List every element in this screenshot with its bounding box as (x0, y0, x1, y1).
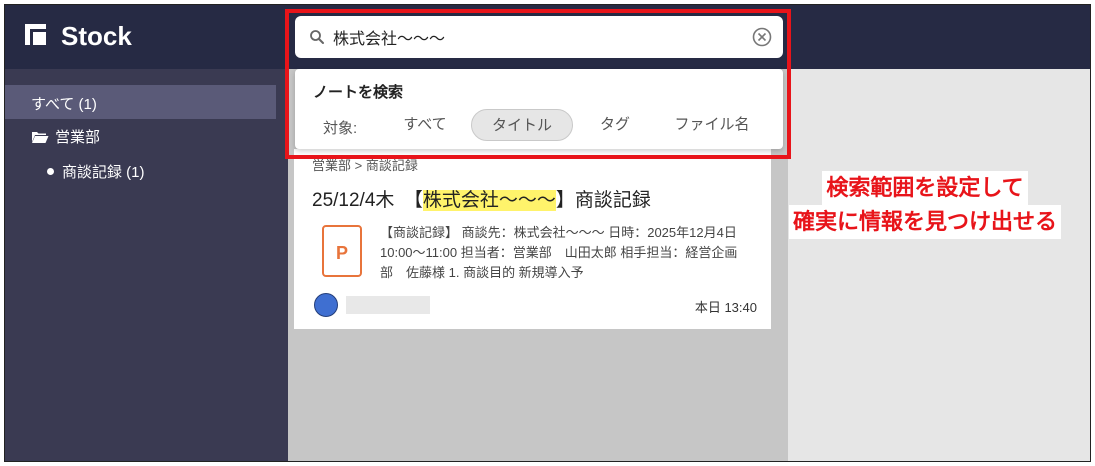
right-pane (788, 69, 1090, 461)
logo-icon (25, 23, 51, 50)
callout-line-2: 確実に情報を見つけ出せる (788, 205, 1061, 239)
sidebar-item-label: 商談記録 (1) (62, 164, 145, 181)
author-name-redacted (346, 296, 430, 314)
annotation-highlight-frame (285, 9, 791, 159)
folder-open-icon (32, 131, 49, 143)
note-snippet: 【商談記録】 商談先：株式会社〜〜〜 日時：2025年12月4日 10:00〜1… (380, 225, 738, 280)
sidebar-item-meeting-records[interactable]: 商談記録 (1) (47, 161, 145, 182)
logo-text: Stock (61, 21, 132, 51)
app-logo[interactable]: Stock (25, 21, 132, 52)
screenshot-frame: Stock すべて (1) 営業部 商談記録 (1) 営業部 > 商談記録 25… (4, 4, 1091, 462)
bullet-icon (47, 168, 54, 175)
sidebar-item-label: すべて (1) (31, 96, 97, 113)
powerpoint-file-icon[interactable]: P (322, 225, 362, 277)
note-timestamp: 本日 13:40 (694, 300, 757, 315)
sidebar-item-all[interactable]: すべて (1) (5, 85, 276, 119)
note-card[interactable]: 営業部 > 商談記録 25/12/4木 【株式会社〜〜〜】商談記録 P 【商談記… (294, 149, 771, 329)
callout-line-1: 検索範囲を設定して (822, 171, 1028, 205)
annotation-callout: 検索範囲を設定して 確実に情報を見つけ出せる (755, 171, 1090, 239)
sidebar-item-label: 営業部 (55, 129, 101, 146)
avatar (314, 293, 338, 317)
sidebar: すべて (1) 営業部 商談記録 (1) (5, 69, 288, 461)
sidebar-item-sales-dept[interactable]: 営業部 (31, 126, 100, 147)
search-highlight: 株式会社〜〜〜 (422, 190, 556, 211)
note-title[interactable]: 25/12/4木 【株式会社〜〜〜】商談記録 (312, 185, 651, 212)
